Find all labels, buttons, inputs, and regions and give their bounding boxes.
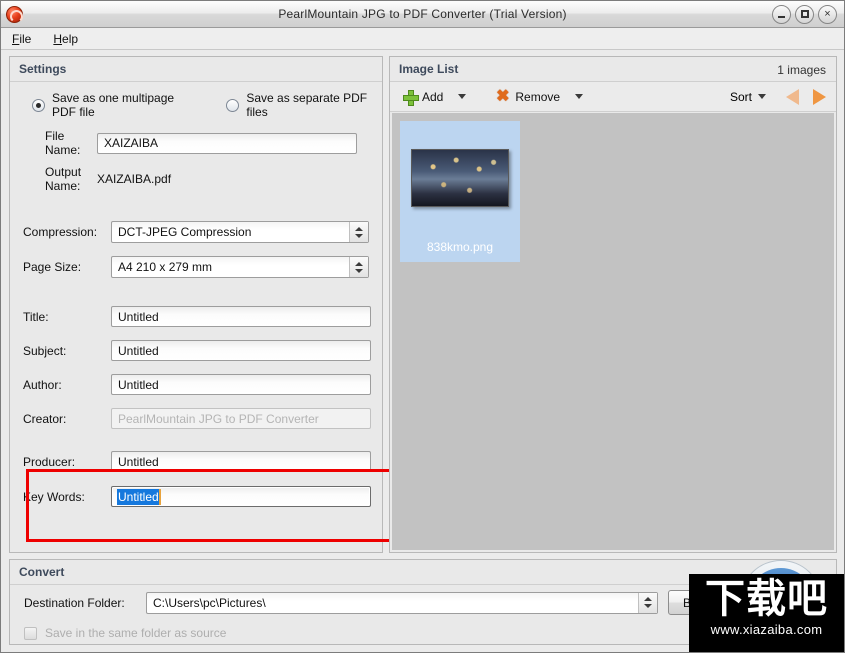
chevron-down-icon xyxy=(355,234,363,238)
subject-label: Subject: xyxy=(23,344,111,358)
creator-row: Creator: PearlMountain JPG to PDF Conver… xyxy=(23,408,369,429)
thumbnail-image xyxy=(411,149,509,207)
site-watermark-url: www.xiazaiba.com xyxy=(711,622,823,637)
title-input[interactable]: Untitled xyxy=(111,306,371,327)
menu-help[interactable]: Help xyxy=(50,31,81,47)
radio-save-one-multipage-label: Save as one multipage PDF file xyxy=(52,91,194,119)
page-size-label: Page Size: xyxy=(23,260,111,274)
author-row: Author: Untitled xyxy=(23,374,369,395)
same-folder-label: Save in the same folder as source xyxy=(45,626,226,640)
menu-bar: File Help xyxy=(1,28,844,50)
chevron-up-icon xyxy=(355,262,363,266)
chevron-up-icon xyxy=(644,597,652,601)
menu-file[interactable]: File xyxy=(9,31,34,47)
list-item[interactable]: 838kmo.png xyxy=(400,121,520,262)
convert-title: Convert xyxy=(19,565,64,579)
chevron-down-icon xyxy=(644,604,652,608)
page-size-value: A4 210 x 279 mm xyxy=(118,260,212,274)
metadata-fields: Title: Untitled Subject: Untitled Author… xyxy=(23,306,369,507)
window-title: PearlMountain JPG to PDF Converter (Tria… xyxy=(1,7,844,21)
page-size-combo[interactable]: A4 210 x 279 mm xyxy=(111,256,369,278)
compression-label: Compression: xyxy=(23,225,111,239)
output-name-row: Output Name: XAIZAIBA.pdf xyxy=(23,165,369,193)
remove-dropdown-chevron-down-icon[interactable] xyxy=(575,94,583,99)
image-list-panel: Image List 1 images Add ✖ Remove Sort xyxy=(389,56,837,553)
creator-label: Creator: xyxy=(23,412,111,426)
arrow-left-icon[interactable] xyxy=(786,89,799,105)
site-watermark-text: 下载吧 xyxy=(705,574,828,624)
output-name-label: Output Name: xyxy=(23,165,97,193)
file-name-input[interactable]: XAIZAIBA xyxy=(97,133,357,154)
sort-group: Sort xyxy=(730,89,826,105)
output-name-value: XAIZAIBA.pdf xyxy=(97,172,171,186)
subject-row: Subject: Untitled xyxy=(23,340,369,361)
page-size-row: Page Size: A4 210 x 279 mm xyxy=(23,256,369,278)
file-name-row: File Name: XAIZAIBA xyxy=(23,129,369,157)
radio-save-one-multipage[interactable] xyxy=(32,99,45,112)
main-body: Settings Save as one multipage PDF file … xyxy=(1,50,844,553)
destination-folder-combo[interactable]: C:\Users\pc\Pictures\ xyxy=(146,592,658,614)
menu-help-label-rest: elp xyxy=(62,32,78,46)
keywords-row: Key Words: Untitled xyxy=(23,486,369,507)
add-button-label: Add xyxy=(422,90,443,104)
image-list-title: Image List xyxy=(399,62,458,76)
creator-input: PearlMountain JPG to PDF Converter xyxy=(111,408,371,429)
remove-button[interactable]: ✖ Remove xyxy=(492,87,563,106)
author-label: Author: xyxy=(23,378,111,392)
producer-label: Producer: xyxy=(23,455,111,469)
site-watermark: 下载吧 www.xiazaiba.com xyxy=(689,574,844,652)
application-window: PearlMountain JPG to PDF Converter (Tria… xyxy=(0,0,845,653)
image-count-label: 1 images xyxy=(777,63,826,77)
settings-panel: Settings Save as one multipage PDF file … xyxy=(9,56,383,553)
destination-folder-label: Destination Folder: xyxy=(24,596,136,610)
save-mode-radio-group: Save as one multipage PDF file Save as s… xyxy=(32,91,369,119)
author-input[interactable]: Untitled xyxy=(111,374,371,395)
plus-icon xyxy=(403,90,417,104)
producer-row: Producer: Untitled xyxy=(23,451,369,472)
chevron-up-icon xyxy=(355,227,363,231)
title-label: Title: xyxy=(23,310,111,324)
radio-save-separate-label: Save as separate PDF files xyxy=(246,91,369,119)
sort-button-label[interactable]: Sort xyxy=(730,90,752,104)
remove-button-label: Remove xyxy=(515,90,560,104)
subject-input[interactable]: Untitled xyxy=(111,340,371,361)
keywords-input[interactable]: Untitled xyxy=(111,486,371,507)
same-folder-checkbox xyxy=(24,627,37,640)
thumbnail-filename: 838kmo.png xyxy=(427,240,493,254)
add-dropdown-chevron-down-icon[interactable] xyxy=(458,94,466,99)
settings-title: Settings xyxy=(19,62,66,76)
page-size-spinner[interactable] xyxy=(349,257,368,277)
image-list-toolbar: Add ✖ Remove Sort xyxy=(390,82,836,112)
chevron-down-icon xyxy=(355,269,363,273)
add-button[interactable]: Add xyxy=(400,88,446,106)
arrow-right-icon[interactable] xyxy=(813,89,826,105)
remove-x-icon: ✖ xyxy=(495,89,510,104)
compression-combo[interactable]: DCT-JPEG Compression xyxy=(111,221,369,243)
compression-spinner[interactable] xyxy=(349,222,368,242)
compression-row: Compression: DCT-JPEG Compression xyxy=(23,221,369,243)
sort-dropdown-chevron-down-icon[interactable] xyxy=(758,94,766,99)
keywords-label: Key Words: xyxy=(23,490,111,504)
title-row: Title: Untitled xyxy=(23,306,369,327)
compression-value: DCT-JPEG Compression xyxy=(118,225,251,239)
keywords-selected-text: Untitled xyxy=(117,489,161,505)
destination-folder-spinner[interactable] xyxy=(638,593,657,613)
destination-folder-value: C:\Users\pc\Pictures\ xyxy=(153,596,266,610)
title-bar: PearlMountain JPG to PDF Converter (Tria… xyxy=(1,1,844,28)
producer-input[interactable]: Untitled xyxy=(111,451,371,472)
image-list-canvas[interactable]: 838kmo.png xyxy=(392,113,834,550)
file-name-label: File Name: xyxy=(23,129,97,157)
settings-header-divider xyxy=(10,81,382,82)
menu-file-label-rest: ile xyxy=(19,32,31,46)
radio-save-separate[interactable] xyxy=(226,99,239,112)
settings-body: Save as one multipage PDF file Save as s… xyxy=(10,57,382,507)
